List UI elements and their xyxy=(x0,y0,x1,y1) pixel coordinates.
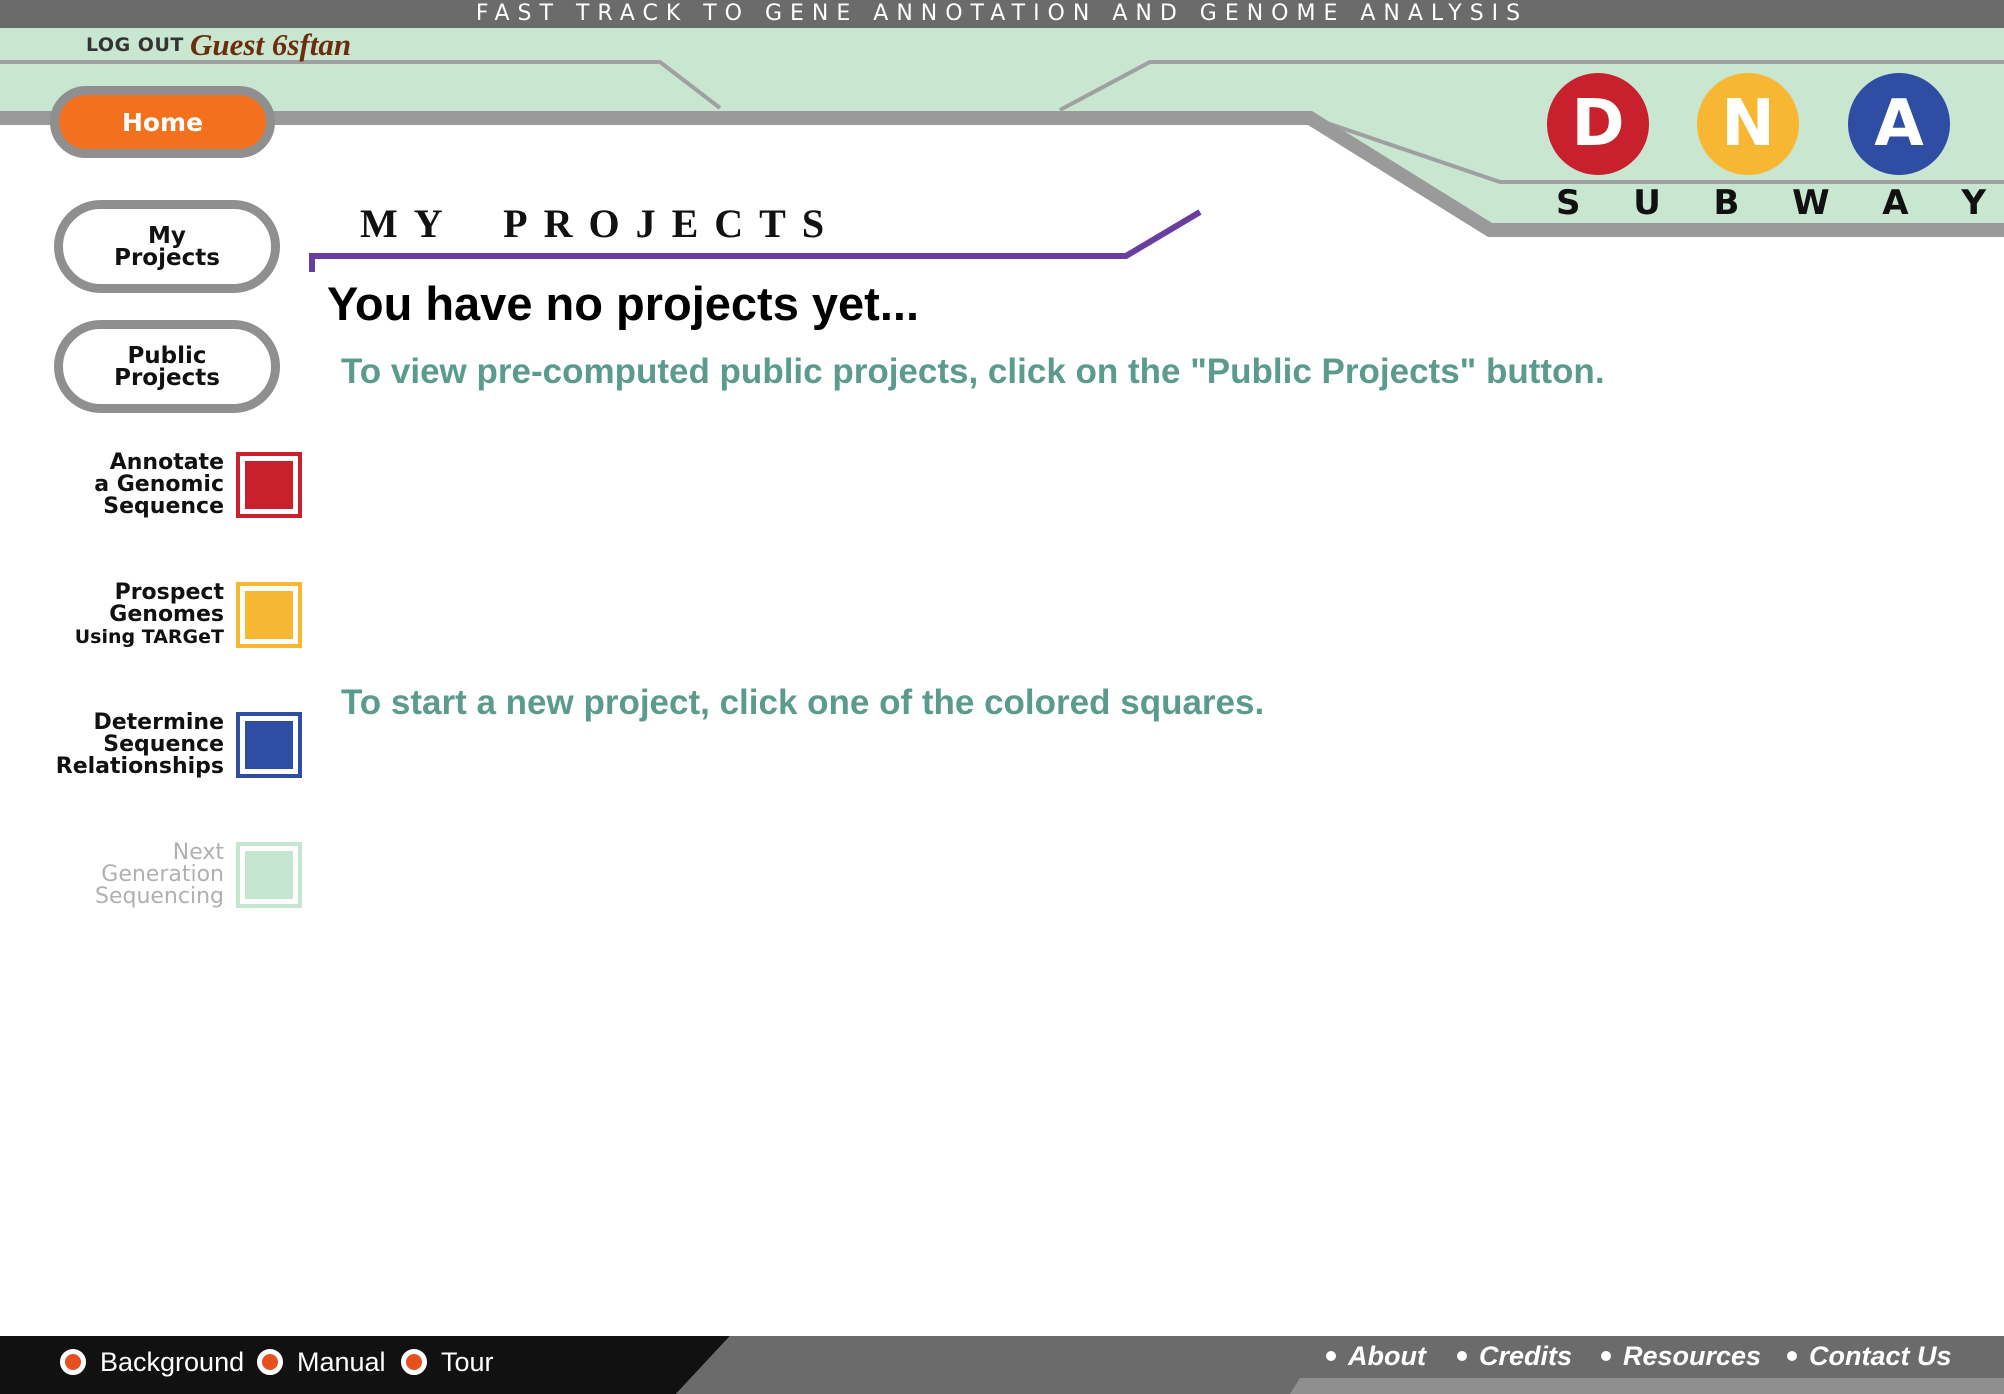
track-label: Determine Sequence Relationships xyxy=(30,712,224,778)
tagline-banner: FAST TRACK TO GENE ANNOTATION AND GENOME… xyxy=(0,0,2004,28)
credits-link-label: Credits xyxy=(1479,1340,1573,1371)
track-ngs: Next Generation Sequencing xyxy=(30,842,302,910)
about-link-label: About xyxy=(1348,1340,1426,1371)
determine-square[interactable] xyxy=(236,712,302,778)
manual-link[interactable]: Manual xyxy=(257,1344,386,1380)
track-label-line: Sequence xyxy=(103,732,224,757)
radio-bullet-icon xyxy=(257,1349,283,1375)
square-fill xyxy=(245,461,293,509)
page-title: MY PROJECTS xyxy=(360,201,841,246)
annotate-square[interactable] xyxy=(236,452,302,518)
track-label: Next Generation Sequencing xyxy=(30,842,224,908)
track-label-line: Annotate xyxy=(109,450,224,475)
new-project-hint: To start a new project, click one of the… xyxy=(341,683,1265,722)
logo-subway-letter: B xyxy=(1713,183,1740,223)
logo-subway-letter: A xyxy=(1882,183,1909,223)
track-annotate[interactable]: Annotate a Genomic Sequence xyxy=(30,452,302,520)
track-label: Annotate a Genomic Sequence xyxy=(30,452,224,518)
contact-us-link-label: Contact Us xyxy=(1809,1340,1952,1371)
track-prospect[interactable]: Prospect Genomes Using TARGeT xyxy=(30,582,302,650)
tour-link[interactable]: Tour xyxy=(401,1344,494,1380)
empty-state-heading: You have no projects yet... xyxy=(327,277,919,330)
square-fill xyxy=(245,591,293,639)
prospect-square[interactable] xyxy=(236,582,302,648)
bullet-icon xyxy=(1326,1351,1336,1361)
track-label-line: Generation xyxy=(101,862,224,887)
ngs-square xyxy=(236,842,302,908)
bullet-icon xyxy=(1787,1351,1797,1361)
background-link[interactable]: Background xyxy=(60,1344,244,1380)
track-label-line: Determine xyxy=(93,710,224,735)
home-button[interactable]: Home xyxy=(50,86,275,158)
contact-us-link[interactable]: Contact Us xyxy=(1787,1338,1952,1374)
track-label-line: Sequencing xyxy=(94,884,224,909)
resources-link-label: Resources xyxy=(1623,1340,1762,1371)
square-fill xyxy=(245,721,293,769)
public-projects-hint: To view pre-computed public projects, cl… xyxy=(341,352,1605,391)
about-link[interactable]: About xyxy=(1326,1338,1426,1374)
bullet-icon xyxy=(1601,1351,1611,1361)
logo-letter-n: N xyxy=(1697,73,1799,175)
track-label-line: Relationships xyxy=(55,754,224,779)
resources-link[interactable]: Resources xyxy=(1601,1338,1761,1374)
track-label-line: Using TARGeT xyxy=(74,626,224,648)
credits-link[interactable]: Credits xyxy=(1457,1338,1572,1374)
tour-link-label: Tour xyxy=(441,1346,494,1377)
logout-link[interactable]: LOG OUT xyxy=(86,34,184,56)
logo-subway-letter: U xyxy=(1633,183,1661,223)
user-name: Guest 6sftan xyxy=(190,27,352,62)
track-label-line: a Genomic xyxy=(94,472,224,497)
logo-subway-letter: S xyxy=(1556,183,1581,223)
background-link-label: Background xyxy=(100,1346,245,1377)
track-label-line: Sequence xyxy=(103,494,224,519)
logo-subway-word: S U B W A Y xyxy=(1556,183,1986,223)
logo-subway-letter: Y xyxy=(1961,183,1986,223)
manual-link-label: Manual xyxy=(297,1346,386,1377)
logo-letter-a: A xyxy=(1848,73,1950,175)
logo-letter-d: D xyxy=(1547,73,1649,175)
logo-subway-letter: W xyxy=(1792,183,1830,223)
public-projects-button[interactable]: Public Projects xyxy=(54,320,280,413)
radio-bullet-icon xyxy=(401,1349,427,1375)
track-determine[interactable]: Determine Sequence Relationships xyxy=(30,712,302,780)
track-label-line: Genomes xyxy=(109,602,224,627)
my-projects-button[interactable]: My Projects xyxy=(54,200,280,293)
track-label: Prospect Genomes Using TARGeT xyxy=(30,580,224,649)
track-label-line: Prospect xyxy=(114,580,224,605)
square-fill xyxy=(245,851,293,899)
bullet-icon xyxy=(1457,1351,1467,1361)
track-label-line: Next xyxy=(172,840,224,865)
radio-bullet-icon xyxy=(60,1349,86,1375)
